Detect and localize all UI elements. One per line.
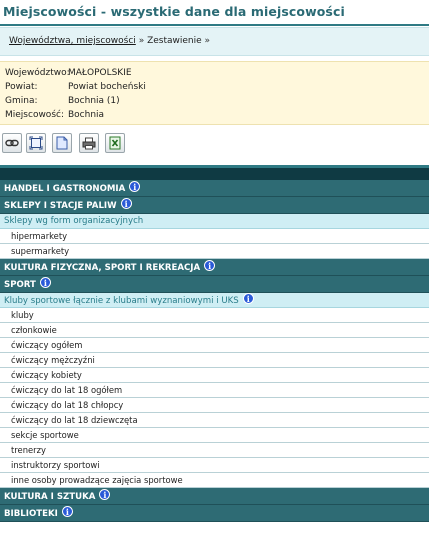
item-label: trenerzy (11, 445, 46, 455)
table-row[interactable]: ćwiczący kobiety (0, 368, 429, 383)
category-row[interactable]: SPORT i (0, 276, 429, 293)
location-value: Bochnia (1) (68, 96, 120, 106)
page-title: Miejscowości - wszystkie dane dla miejsc… (3, 4, 345, 19)
item-label: ćwiczący mężczyźni (11, 355, 95, 365)
table-row[interactable]: kluby (0, 308, 429, 323)
table-row[interactable]: trenerzy (0, 443, 429, 458)
subcategory-row: Sklepy wg form organizacyjnych (0, 214, 429, 229)
table-row[interactable]: instruktorzy sportowi (0, 458, 429, 473)
table-row[interactable]: ćwiczący do lat 18 dziewczęta (0, 413, 429, 428)
info-icon[interactable]: i (61, 506, 73, 517)
table-row[interactable]: hipermarkety (0, 229, 429, 244)
item-label: inne osoby prowadzące zajęcia sportowe (11, 475, 183, 485)
item-label: członkowie (11, 325, 57, 335)
breadcrumb-link-regions[interactable]: Województwa, miejscowości (9, 36, 136, 46)
item-label: instruktorzy sportowi (11, 460, 100, 470)
excel-icon (109, 136, 121, 150)
subcategory-row: Kluby sportowe łącznie z klubami wyznani… (0, 293, 429, 308)
link-button[interactable] (2, 133, 22, 153)
item-label: kluby (11, 310, 34, 320)
table-row[interactable]: ćwiczący ogółem (0, 338, 429, 353)
document-icon (56, 136, 68, 150)
info-icon[interactable]: i (242, 293, 254, 304)
item-label: ćwiczący kobiety (11, 370, 82, 380)
category-row[interactable]: KULTURA I SZTUKA i (0, 488, 429, 505)
category-label: KULTURA I SZTUKA (4, 492, 96, 502)
category-row[interactable]: KULTURA FIZYCZNA, SPORT I REKREACJA i (0, 259, 429, 276)
location-label: Miejscowość: (5, 110, 64, 120)
info-icon[interactable]: i (120, 198, 132, 209)
item-label: ćwiczący do lat 18 chłopcy (11, 400, 124, 410)
table-header-bar (0, 165, 429, 180)
table-row[interactable]: ćwiczący mężczyźni (0, 353, 429, 368)
category-label: BIBLIOTEKI (4, 509, 58, 519)
table-row[interactable]: członkowie (0, 323, 429, 338)
info-icon[interactable]: i (39, 277, 51, 288)
item-label: ćwiczący do lat 18 dziewczęta (11, 415, 138, 425)
category-row[interactable]: HANDEL I GASTRONOMIA i (0, 180, 429, 197)
print-button[interactable] (79, 133, 99, 153)
excel-export-button[interactable] (105, 133, 125, 153)
print-icon (82, 137, 96, 149)
table-row[interactable]: supermarkety (0, 244, 429, 259)
category-row[interactable]: SKLEPY I STACJE PALIW i (0, 197, 429, 214)
table-row[interactable]: ćwiczący do lat 18 chłopcy (0, 398, 429, 413)
breadcrumb-separator: » (204, 36, 211, 46)
location-label: Województwo: (5, 68, 70, 78)
info-icon[interactable]: i (99, 489, 111, 500)
sub-label: Kluby sportowe łącznie z klubami wyznani… (4, 296, 239, 306)
table-row[interactable]: ćwiczący do lat 18 ogółem (0, 383, 429, 398)
item-label: ćwiczący do lat 18 ogółem (11, 385, 123, 395)
category-row[interactable]: BIBLIOTEKI i (0, 505, 429, 522)
table-row[interactable]: inne osoby prowadzące zajęcia sportowe (0, 473, 429, 488)
location-label: Powiat: (5, 82, 38, 92)
document-button[interactable] (52, 133, 72, 153)
location-value: MAŁOPOLSKIE (68, 68, 132, 78)
breadcrumb-separator: » (138, 36, 145, 46)
item-label: hipermarkety (11, 231, 68, 241)
expand-button[interactable] (26, 133, 46, 153)
item-label: sekcje sportowe (11, 430, 79, 440)
category-label: SKLEPY I STACJE PALIW (4, 201, 117, 211)
location-value: Bochnia (68, 110, 105, 120)
link-icon (5, 139, 19, 147)
category-label: SPORT (4, 280, 36, 290)
item-label: ćwiczący ogółem (11, 340, 83, 350)
category-label: KULTURA FIZYCZNA, SPORT I REKREACJA (4, 263, 201, 273)
table-row[interactable]: sekcje sportowe (0, 428, 429, 443)
breadcrumb: Województwa, miejscowości » Zestawienie … (0, 27, 429, 56)
expand-icon (29, 136, 43, 150)
breadcrumb-current: Zestawienie (147, 36, 202, 46)
title-divider (0, 24, 429, 26)
location-label: Gmina: (5, 96, 38, 106)
info-icon[interactable]: i (129, 181, 141, 192)
location-value: Powiat bocheński (68, 82, 146, 92)
info-icon[interactable]: i (204, 260, 216, 271)
item-label: supermarkety (11, 246, 70, 256)
location-info-panel: Województwo: MAŁOPOLSKIE Powiat: Powiat … (0, 61, 429, 125)
category-label: HANDEL I GASTRONOMIA (4, 184, 126, 194)
sub-label: Sklepy wg form organizacyjnych (4, 216, 144, 226)
